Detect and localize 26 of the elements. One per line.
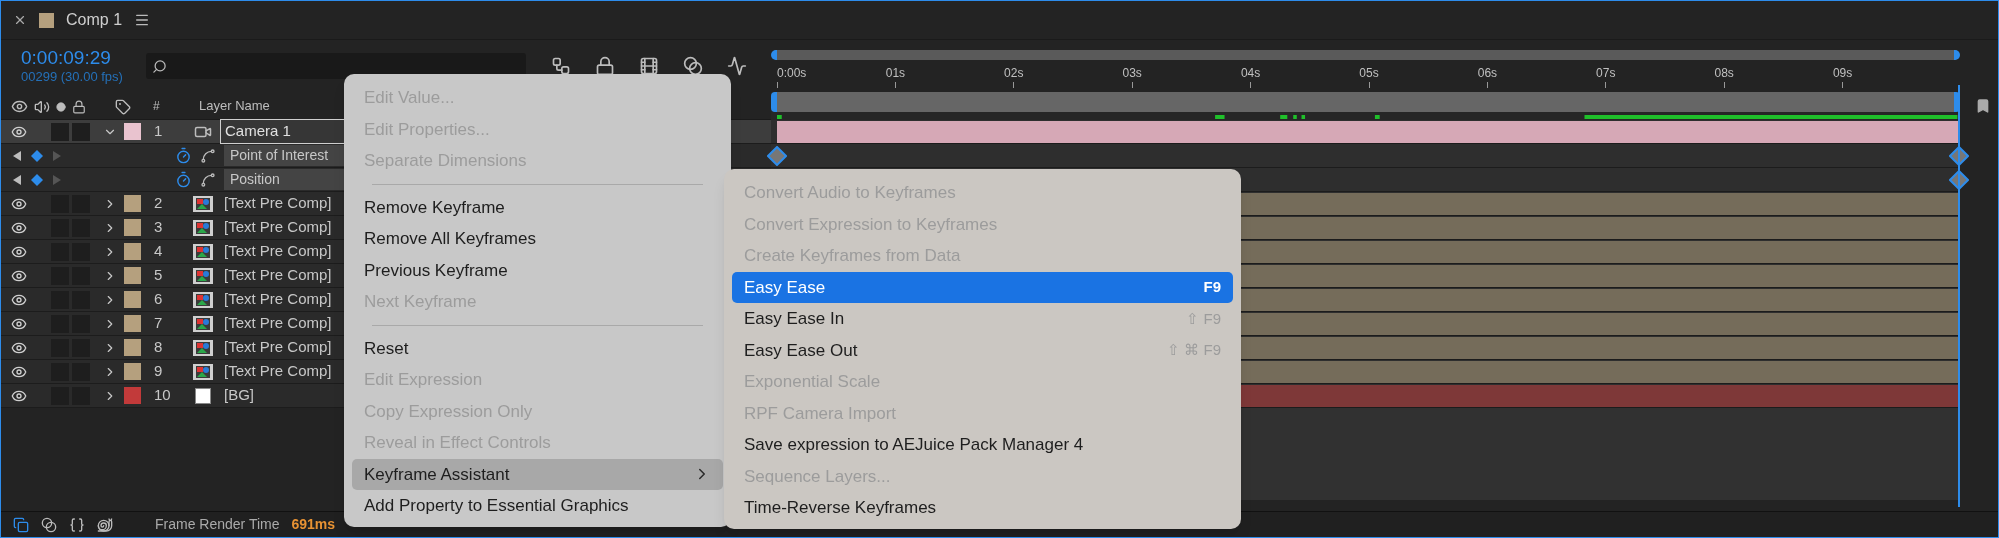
ruler-label: 05s: [1359, 65, 1379, 82]
layer-number: 6: [154, 289, 164, 310]
status-value: 691ms: [291, 515, 336, 534]
column-header: #: [153, 98, 161, 115]
layer-number: 9: [154, 361, 164, 382]
column-header: Layer Name: [199, 96, 270, 115]
ruler-label: 03s: [1122, 65, 1142, 82]
shortcut-label: F9: [1203, 277, 1221, 297]
status-label: Frame Render Time: [155, 515, 280, 534]
frame-info: 00299 (30.00 fps): [21, 69, 124, 85]
ruler-label: 08s: [1714, 65, 1734, 82]
layer-number: 8: [154, 337, 164, 358]
layer-number: 10: [154, 385, 172, 406]
ruler-label: 04s: [1240, 65, 1261, 82]
layer-number: 7: [154, 313, 164, 334]
layer-number: 2: [154, 193, 164, 214]
ruler-label: 09s: [1832, 65, 1853, 82]
ruler-label: 07s: [1596, 65, 1616, 82]
ruler-label: 02s: [1004, 65, 1024, 82]
ruler-label: 06s: [1477, 65, 1498, 82]
layer-number: 3: [154, 217, 164, 238]
ruler-label: 0:00s: [777, 65, 807, 82]
ruler-label: 01s: [885, 65, 906, 82]
layer-number: 4: [154, 241, 164, 262]
layer-number: 5: [154, 265, 164, 286]
layer-number: 1: [154, 121, 164, 142]
